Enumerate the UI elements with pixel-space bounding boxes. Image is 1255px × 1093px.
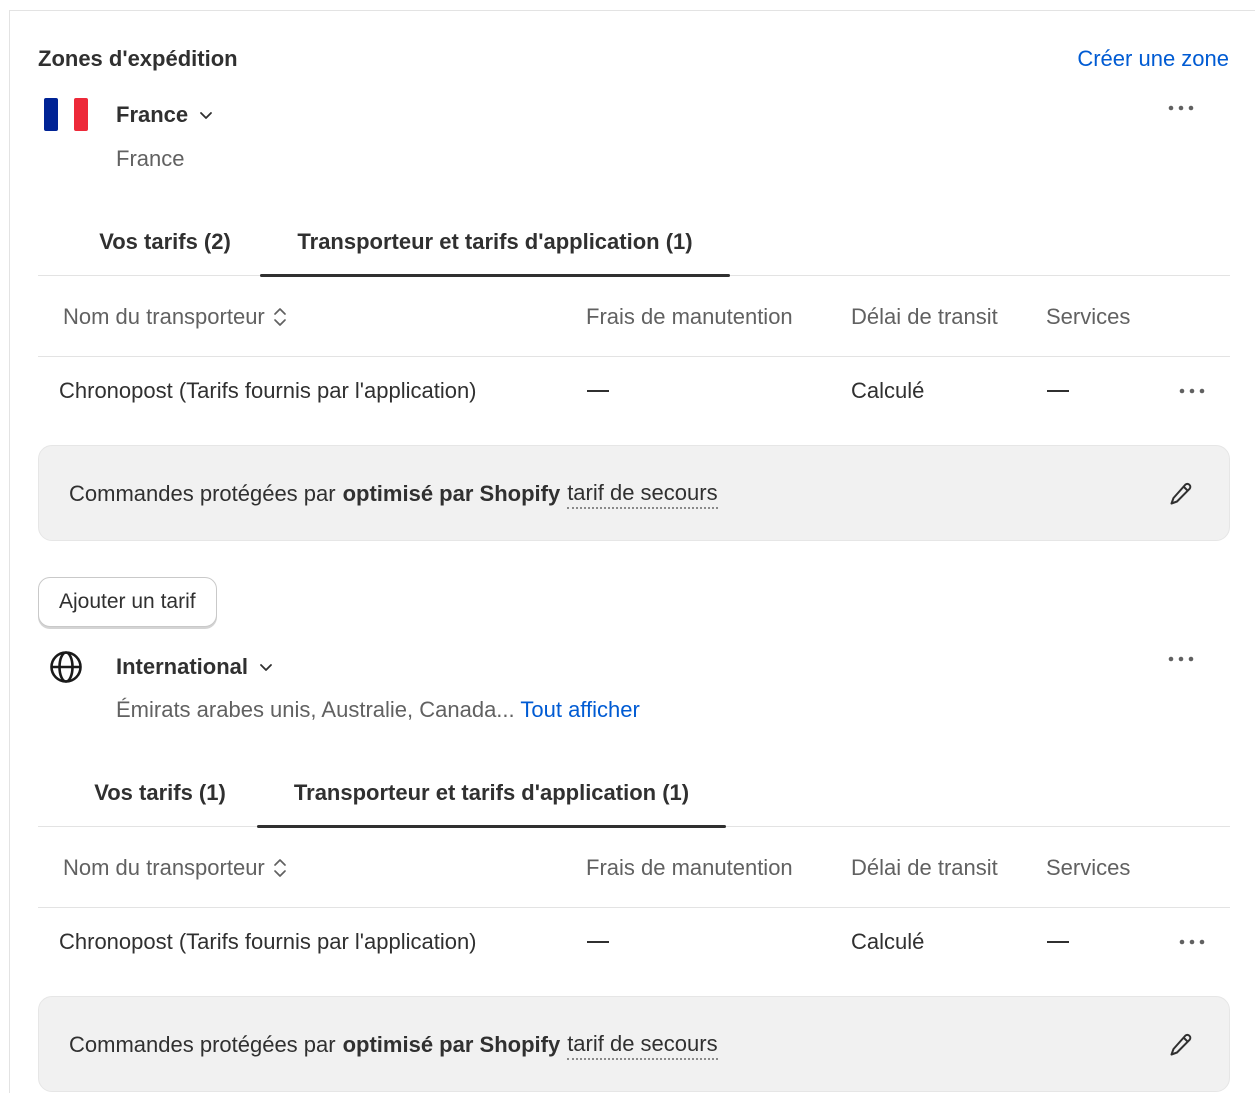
create-zone-link[interactable]: Créer une zone xyxy=(1077,46,1229,72)
tab-carrier-rates[interactable]: Transporteur et tarifs d'application (1) xyxy=(260,208,730,277)
empty-dash xyxy=(1047,390,1069,392)
sort-icon xyxy=(273,859,286,877)
column-handling-fee: Frais de manutention xyxy=(586,304,793,329)
rate-tabs: Vos tarifs (2) Transporteur et tarifs d'… xyxy=(38,208,1230,277)
handling-fee-cell xyxy=(587,356,609,426)
show-all-link[interactable]: Tout afficher xyxy=(520,697,639,722)
ellipsis-icon xyxy=(1168,656,1194,662)
row-more-actions-button[interactable] xyxy=(1178,932,1208,952)
zone-countries-text: France xyxy=(116,146,185,171)
pencil-icon xyxy=(1170,482,1192,505)
column-transit-time: Délai de transit xyxy=(851,855,998,880)
carrier-name-cell: Chronopost (Tarifs fournis par l'applica… xyxy=(59,378,477,403)
zone-name-label: France xyxy=(116,102,189,127)
fallback-bold: optimisé par Shopify xyxy=(342,1032,561,1057)
fallback-rate-text: Commandes protégées par optimisé par Sho… xyxy=(69,446,718,542)
empty-dash xyxy=(1047,941,1069,943)
zone-more-actions-button[interactable] xyxy=(1167,649,1197,669)
globe-icon xyxy=(49,650,83,689)
column-handling-fee: Frais de manutention xyxy=(586,855,793,880)
sort-icon xyxy=(273,308,286,326)
services-cell xyxy=(1047,907,1069,977)
column-label: Nom du transporteur xyxy=(63,304,265,329)
column-carrier-name[interactable]: Nom du transporteur xyxy=(63,277,287,357)
chevron-down-icon xyxy=(260,664,272,671)
table-row: Chronopost (Tarifs fournis par l'applica… xyxy=(38,907,1230,977)
column-transit-time: Délai de transit xyxy=(851,304,998,329)
fallback-rate-banner: Commandes protégées par optimisé par Sho… xyxy=(38,996,1230,1092)
tab-your-rates[interactable]: Vos tarifs (2) xyxy=(60,208,270,276)
fallback-prefix: Commandes protégées par xyxy=(69,481,336,506)
table-header: Nom du transporteur Frais de manutention… xyxy=(38,828,1230,908)
column-services: Services xyxy=(1046,304,1131,329)
pencil-icon xyxy=(1170,1033,1192,1056)
fallback-rate-banner: Commandes protégées par optimisé par Sho… xyxy=(38,445,1230,541)
carrier-name-cell: Chronopost (Tarifs fournis par l'applica… xyxy=(59,929,477,954)
ellipsis-icon xyxy=(1168,105,1194,111)
services-cell xyxy=(1047,356,1069,426)
empty-dash xyxy=(587,390,609,392)
transit-time-cell: Calculé xyxy=(851,378,925,403)
fallback-prefix: Commandes protégées par xyxy=(69,1032,336,1057)
section-title: Zones d'expédition xyxy=(38,46,238,71)
edit-fallback-button[interactable] xyxy=(1167,480,1195,508)
table-row: Chronopost (Tarifs fournis par l'applica… xyxy=(38,356,1230,426)
ellipsis-icon xyxy=(1179,939,1205,945)
ellipsis-icon xyxy=(1179,388,1205,394)
france-flag-icon xyxy=(44,98,88,136)
column-services: Services xyxy=(1046,855,1131,880)
table-header: Nom du transporteur Frais de manutention… xyxy=(38,277,1230,357)
zone-name-label: International xyxy=(116,654,249,679)
edit-fallback-button[interactable] xyxy=(1167,1031,1195,1059)
zone-countries: France xyxy=(116,146,184,172)
transit-time-cell: Calculé xyxy=(851,929,925,954)
zone-name-dropdown[interactable]: France xyxy=(116,102,214,128)
add-rate-button[interactable]: Ajouter un tarif xyxy=(38,577,217,627)
tab-your-rates[interactable]: Vos tarifs (1) xyxy=(60,759,260,827)
zone-countries-text: Émirats arabes unis, Australie, Canada..… xyxy=(116,697,515,722)
zone-countries: Émirats arabes unis, Australie, Canada..… xyxy=(116,697,640,723)
empty-dash xyxy=(587,941,609,943)
rate-tabs: Vos tarifs (1) Transporteur et tarifs d'… xyxy=(38,759,1230,828)
fallback-rate-link[interactable]: tarif de secours xyxy=(567,1031,718,1060)
fallback-rate-link[interactable]: tarif de secours xyxy=(567,480,718,509)
zone-name-dropdown[interactable]: International xyxy=(116,654,274,680)
column-label: Nom du transporteur xyxy=(63,855,265,880)
handling-fee-cell xyxy=(587,907,609,977)
chevron-down-icon xyxy=(200,112,213,119)
card-top-border xyxy=(9,10,1255,11)
row-more-actions-button[interactable] xyxy=(1178,381,1208,401)
fallback-bold: optimisé par Shopify xyxy=(342,481,561,506)
tab-carrier-rates[interactable]: Transporteur et tarifs d'application (1) xyxy=(257,759,726,828)
zone-more-actions-button[interactable] xyxy=(1167,98,1197,118)
column-carrier-name[interactable]: Nom du transporteur xyxy=(63,828,287,908)
card-left-border xyxy=(9,10,10,1093)
fallback-rate-text: Commandes protégées par optimisé par Sho… xyxy=(69,997,718,1093)
